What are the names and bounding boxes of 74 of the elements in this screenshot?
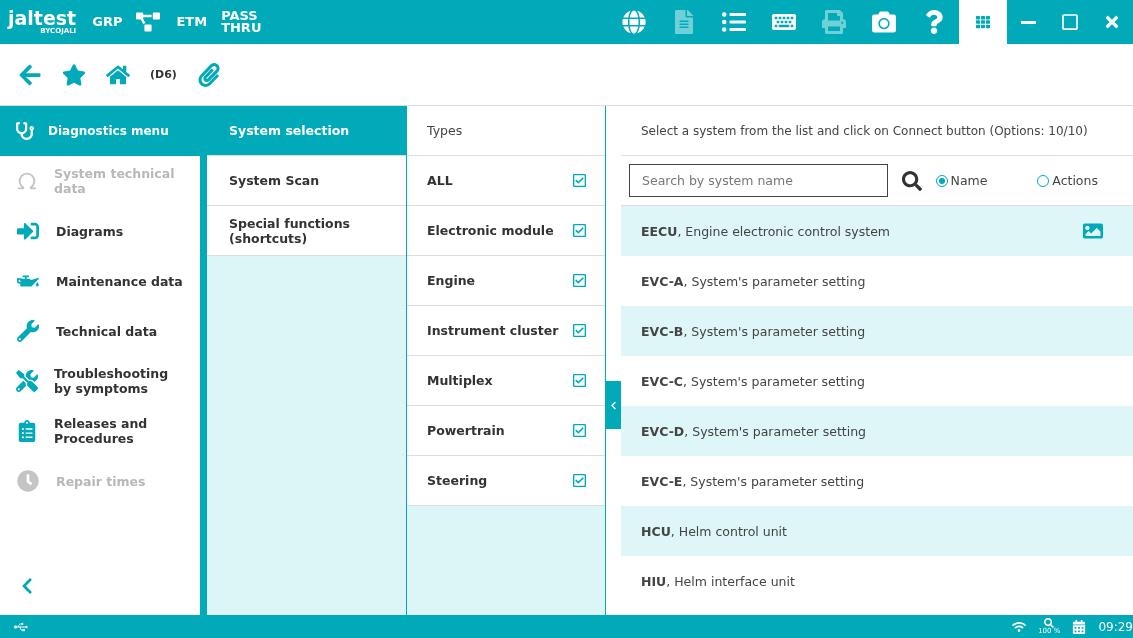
type-label: Multiplex	[427, 373, 493, 388]
calendar-icon	[1072, 619, 1087, 634]
image-icon[interactable]	[1083, 221, 1103, 241]
type-row[interactable]: Engine	[407, 256, 605, 306]
omega-icon	[16, 170, 38, 192]
system-row[interactable]: HCU, Helm control unit	[621, 506, 1133, 556]
menu-item[interactable]: Maintenance data	[0, 256, 200, 306]
menu-title: Diagnostics menu	[48, 124, 169, 138]
menu-item[interactable]: Technical data	[0, 306, 200, 356]
system-name: HCU, Helm control unit	[641, 523, 787, 539]
wrench-icon	[16, 320, 40, 342]
arrow-into-bracket-icon	[16, 220, 40, 242]
menu-item[interactable]: Diagrams	[0, 206, 200, 256]
network-icon[interactable]	[136, 10, 161, 34]
grid-icon	[976, 15, 990, 29]
type-label: Powertrain	[427, 423, 505, 438]
search-icon[interactable]	[901, 170, 922, 191]
logo-text: jaltest	[8, 9, 77, 27]
checkbox[interactable]	[572, 473, 587, 488]
system-row[interactable]: EECU, Engine electronic control system	[621, 206, 1133, 256]
type-row[interactable]: ALL	[407, 156, 605, 206]
wifi-icon	[1012, 619, 1027, 634]
list-icon[interactable]	[722, 10, 746, 34]
zoom-icon	[1044, 618, 1055, 628]
checkbox[interactable]	[572, 273, 587, 288]
function-tab[interactable]: System Scan	[207, 156, 406, 206]
paperclip-icon[interactable]	[196, 62, 221, 87]
checkbox[interactable]	[572, 223, 587, 238]
type-label: Steering	[427, 473, 488, 488]
camera-icon[interactable]	[872, 10, 896, 34]
checkbox[interactable]	[572, 323, 587, 338]
tools-icon	[16, 370, 38, 392]
globe-icon[interactable]	[622, 10, 646, 34]
star-icon[interactable]	[62, 62, 86, 87]
system-name: HIU, Helm interface unit	[641, 573, 795, 589]
back-arrow-icon[interactable]	[18, 62, 42, 87]
type-row[interactable]: Powertrain	[407, 406, 605, 456]
close-icon	[1103, 13, 1121, 31]
clock-icon	[16, 470, 40, 492]
apps-grid-button[interactable]	[959, 0, 1007, 44]
system-row[interactable]: EVC-D, System's parameter setting	[621, 406, 1133, 456]
system-name: EVC-D, System's parameter setting	[641, 423, 867, 439]
checkbox[interactable]	[572, 373, 587, 388]
system-name: EVC-C, System's parameter setting	[641, 373, 865, 389]
vehicle-code: (D6)	[150, 68, 177, 81]
type-label: Electronic module	[427, 223, 554, 238]
types-header: Types	[407, 106, 605, 156]
system-name: EVC-A, System's parameter setting	[641, 273, 866, 289]
minimize-icon	[1020, 20, 1036, 24]
system-name: EVC-B, System's parameter setting	[641, 323, 866, 339]
system-name: EVC-E, System's parameter setting	[641, 473, 865, 489]
chevron-left-icon	[609, 400, 618, 410]
instruction-text: Select a system from the list and click on Connect button (Options: 10/10)	[621, 106, 1133, 156]
maximize-icon	[1061, 13, 1079, 31]
search-field[interactable]: Search by system name	[629, 164, 888, 197]
menu-item[interactable]: Troubleshooting by symptoms	[0, 356, 200, 406]
clock-time: 09:29	[1098, 619, 1133, 634]
checkbox[interactable]	[572, 423, 587, 438]
system-row[interactable]: EVC-B, System's parameter setting	[621, 306, 1133, 356]
checkbox[interactable]	[572, 173, 587, 188]
radio-option[interactable]: Name	[935, 173, 1024, 188]
radio-option[interactable]: Actions	[1037, 173, 1125, 188]
menu-item[interactable]: Releases and Procedures	[0, 406, 200, 456]
type-row[interactable]: Steering	[407, 456, 605, 506]
function-tab[interactable]: Special functions (shortcuts)	[207, 206, 406, 256]
type-row[interactable]: Instrument cluster	[407, 306, 605, 356]
clipboard-icon	[16, 420, 38, 442]
type-label: Engine	[427, 273, 476, 288]
type-row[interactable]: Electronic module	[407, 206, 605, 256]
system-name: EECU, Engine electronic control system	[641, 223, 891, 239]
type-row[interactable]: Multiplex	[407, 356, 605, 406]
stethoscope-icon	[16, 122, 34, 140]
type-label: Instrument cluster	[427, 323, 559, 338]
type-label: ALL	[427, 173, 453, 188]
